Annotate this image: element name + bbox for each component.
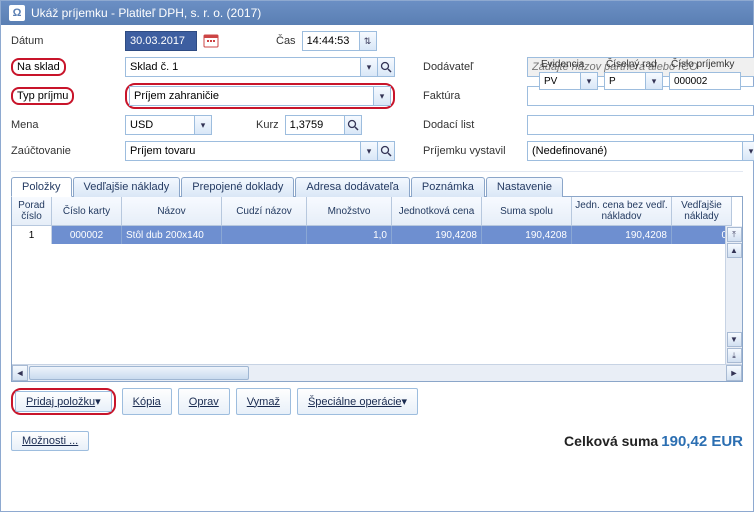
calendar-icon[interactable]	[202, 31, 220, 51]
typ-prijmu-combo[interactable]: ▾	[129, 86, 391, 106]
chevron-down-icon[interactable]: ▾	[742, 141, 754, 161]
tabs: Položky Vedľajšie náklady Prepojené dokl…	[11, 176, 743, 197]
items-table: Porad číslo Číslo karty Názov Cudzí názo…	[11, 197, 743, 382]
col-suma[interactable]: Suma spolu	[482, 197, 572, 226]
col-cudzi[interactable]: Cudzí názov	[222, 197, 307, 226]
scroll-thumb[interactable]	[29, 366, 249, 380]
na-sklad-input[interactable]	[125, 57, 361, 77]
header-form: Dátum Čas ⇅ Na sklad ▾ Dodávateľ	[11, 31, 743, 161]
window-titlebar: Ω Ukáž príjemku - Platiteľ DPH, s. r. o.…	[1, 1, 753, 25]
chevron-down-icon[interactable]: ▼	[727, 332, 742, 347]
na-sklad-combo[interactable]: ▾	[125, 57, 395, 77]
evidencia-combo[interactable]: ▾	[539, 72, 598, 90]
col-nazov[interactable]: Názov	[122, 197, 222, 226]
search-icon[interactable]	[377, 57, 395, 77]
tab-prepojene-doklady[interactable]: Prepojené doklady	[181, 177, 294, 197]
vymaz-button[interactable]: Vymaž	[236, 388, 291, 415]
col-mnozstvo[interactable]: Množstvo	[307, 197, 392, 226]
dodaci-list-label: Dodací list	[423, 119, 523, 131]
mena-label: Mena	[11, 119, 121, 131]
moznosti-button[interactable]: Možnosti ...	[11, 431, 89, 451]
kopia-button[interactable]: Kópia	[122, 388, 172, 415]
id-strip: Evidencia ▾ Číselný rad ▾ Číslo príjemky	[539, 59, 741, 90]
zauctovanie-label: Zaúčtovanie	[11, 145, 121, 157]
app-icon: Ω	[9, 5, 25, 21]
cas-input[interactable]	[302, 31, 360, 51]
typ-prijmu-label: Typ príjmu	[11, 87, 74, 105]
chevron-left-icon[interactable]: ◄	[12, 365, 28, 381]
action-bar: Pridaj položku Kópia Oprav Vymaž Špeciál…	[11, 382, 743, 421]
total-value: 190,42 EUR	[661, 433, 743, 450]
scroll-top-icon[interactable]: ⤒	[727, 227, 742, 242]
footer: Možnosti ... Celková suma 190,42 EUR	[1, 427, 753, 457]
evidencia-label: Evidencia	[539, 59, 598, 70]
datum-label: Dátum	[11, 35, 121, 47]
chevron-down-icon[interactable]: ▾	[373, 86, 391, 106]
oprav-button[interactable]: Oprav	[178, 388, 230, 415]
prijemku-vystavil-label: Príjemku vystavil	[423, 145, 523, 157]
chevron-right-icon[interactable]: ►	[726, 365, 742, 381]
total-label: Celková suma	[564, 433, 658, 449]
tab-adresa-dodavatela[interactable]: Adresa dodávateľa	[295, 177, 410, 197]
kurz-input[interactable]	[285, 115, 345, 135]
chevron-down-icon[interactable]: ▾	[580, 72, 598, 90]
tab-nastavenie[interactable]: Nastavenie	[486, 177, 563, 197]
dodaci-list-input[interactable]	[527, 115, 754, 135]
window-title: Ukáž príjemku - Platiteľ DPH, s. r. o. (…	[31, 6, 261, 20]
col-porad[interactable]: Porad číslo	[12, 197, 52, 226]
dodavatel-label: Dodávateľ	[423, 61, 523, 73]
chevron-down-icon[interactable]: ▾	[360, 141, 378, 161]
tab-polozky[interactable]: Položky	[11, 177, 72, 197]
ciselny-rad-label: Číselný rad	[604, 59, 663, 70]
chevron-down-icon[interactable]: ▾	[194, 115, 212, 135]
col-jedn-bez[interactable]: Jedn. cena bez vedľ. nákladov	[572, 197, 672, 226]
search-icon[interactable]	[377, 141, 395, 161]
col-vedl[interactable]: Vedľajšie náklady	[672, 197, 732, 226]
na-sklad-label: Na sklad	[11, 58, 66, 76]
datum-input[interactable]	[125, 31, 197, 51]
evidencia-input[interactable]	[539, 72, 581, 90]
cislo-prijemky-input[interactable]	[669, 72, 741, 90]
scroll-bottom-icon[interactable]: ⤓	[727, 348, 742, 363]
prijemku-vystavil-input[interactable]	[527, 141, 743, 161]
faktura-label: Faktúra	[423, 90, 523, 102]
ciselny-rad-input[interactable]	[604, 72, 646, 90]
chevron-up-icon[interactable]: ▲	[727, 243, 742, 258]
ciselny-rad-combo[interactable]: ▾	[604, 72, 663, 90]
specialne-operacie-button[interactable]: Špeciálne operácie	[297, 388, 418, 415]
mena-input[interactable]	[125, 115, 195, 135]
zauctovanie-combo[interactable]: ▾	[125, 141, 395, 161]
chevron-down-icon[interactable]: ▾	[360, 57, 378, 77]
typ-prijmu-input[interactable]	[129, 86, 374, 106]
mena-combo[interactable]: ▾	[125, 115, 212, 135]
col-cislo[interactable]: Číslo karty	[52, 197, 122, 226]
time-spinner[interactable]: ⇅	[359, 31, 377, 51]
table-row[interactable]: 1 000002 Stôl dub 200x140 1,0 190,4208 1…	[12, 226, 742, 244]
prijemku-vystavil-combo[interactable]: ▾	[527, 141, 754, 161]
kurz-label: Kurz	[256, 119, 279, 131]
table-horizontal-scroll[interactable]: ◄ ►	[12, 364, 742, 381]
tab-poznamka[interactable]: Poznámka	[411, 177, 485, 197]
tab-vedlajsie-naklady[interactable]: Vedľajšie náklady	[73, 177, 181, 197]
cislo-prijemky-label: Číslo príjemky	[669, 59, 741, 70]
search-icon[interactable]	[344, 115, 362, 135]
table-vertical-scroll[interactable]: ⤒ ▲ ▼ ⤓	[725, 226, 742, 364]
cas-label: Čas	[276, 35, 296, 47]
chevron-down-icon[interactable]: ▾	[645, 72, 663, 90]
pridaj-polozku-button[interactable]: Pridaj položku	[15, 391, 112, 412]
col-jedn-cena[interactable]: Jednotková cena	[392, 197, 482, 226]
zauctovanie-input[interactable]	[125, 141, 361, 161]
